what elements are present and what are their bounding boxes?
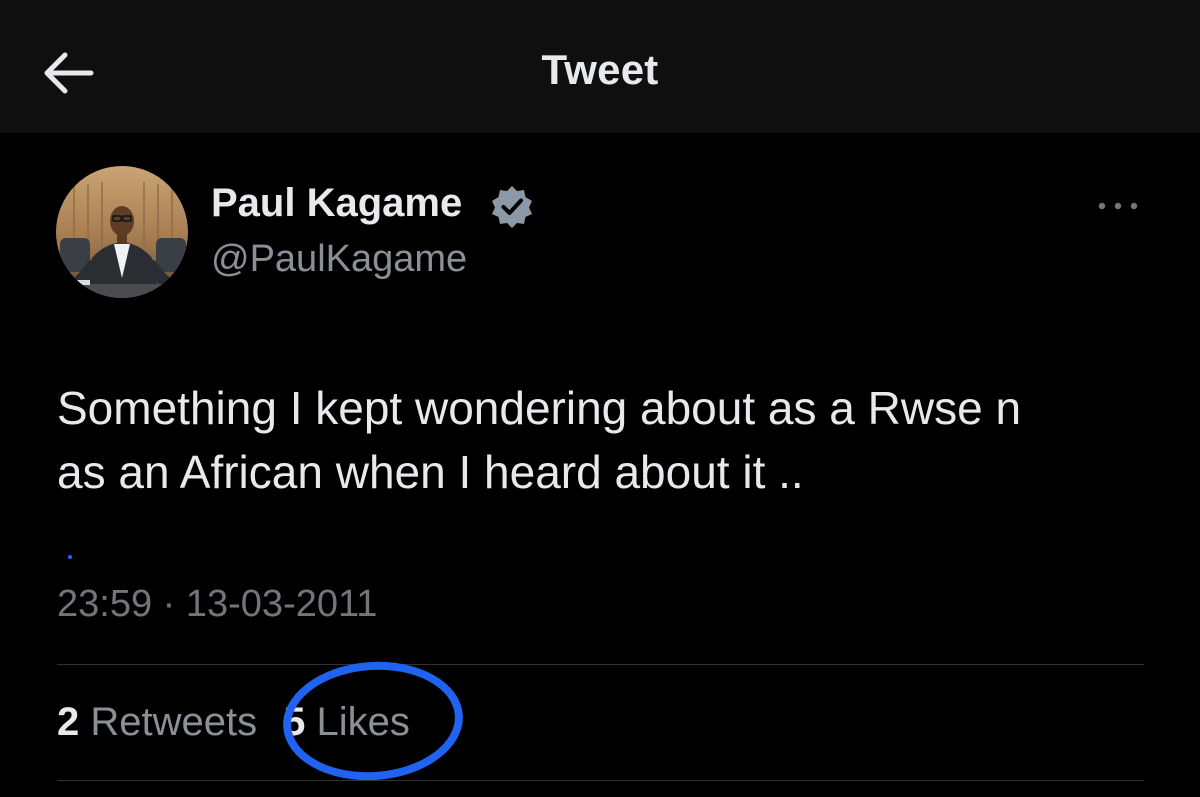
top-navigation-bar: Tweet xyxy=(0,0,1200,133)
avatar-photo xyxy=(56,166,188,298)
tweet-time: 23:59 xyxy=(57,583,153,625)
tweet-text: Something I kept wondering about as a Rw… xyxy=(57,376,1147,504)
link-dot xyxy=(68,555,72,559)
author-handle[interactable]: @PaulKagame xyxy=(211,238,467,281)
more-horizontal-icon xyxy=(1098,202,1138,210)
tweet-timestamp[interactable]: 23:59 · 13-03-2011 xyxy=(57,583,377,626)
retweets-stat[interactable]: 2 Retweets xyxy=(57,700,257,744)
highlight-circle xyxy=(279,655,467,787)
page-title: Tweet xyxy=(541,46,659,93)
tweet-date: 13-03-2011 xyxy=(185,583,378,625)
tweet-text-line: as an African when I heard about it .. xyxy=(57,446,804,498)
verified-badge-icon xyxy=(492,186,532,228)
author-name[interactable]: Paul Kagame xyxy=(211,181,462,226)
divider xyxy=(57,780,1144,781)
timestamp-separator: · xyxy=(162,583,176,625)
divider xyxy=(57,664,1144,665)
tweet-text-line: Something I kept wondering about as a Rw… xyxy=(57,382,1022,434)
avatar[interactable] xyxy=(56,166,188,298)
retweets-label: Retweets xyxy=(90,700,258,744)
more-options-button[interactable] xyxy=(1092,186,1144,226)
retweets-count: 2 xyxy=(57,700,80,744)
